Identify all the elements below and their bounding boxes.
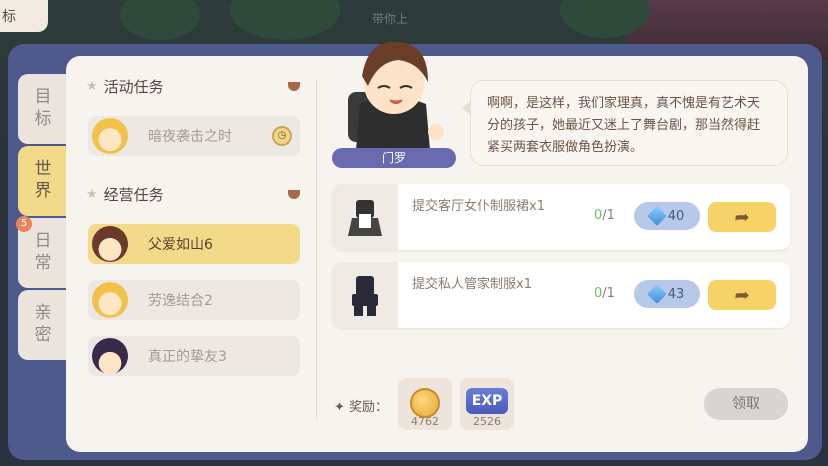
gem-cost: 40 <box>667 208 685 224</box>
tab-daily-label: 日常 <box>34 231 52 273</box>
gem-cost: 43 <box>667 286 685 302</box>
reward-label-text: 奖励： <box>349 400 389 415</box>
column-divider <box>316 80 317 420</box>
notification-badge: 5 <box>16 216 32 232</box>
brown-hair-character-avatar <box>92 226 128 262</box>
collapse-icon[interactable] <box>288 190 300 199</box>
coin-reward[interactable]: 4762 <box>398 378 452 430</box>
item-progress: 0/1 <box>594 208 615 223</box>
progress-total: /1 <box>602 208 615 223</box>
exp-icon: EXP <box>466 388 508 414</box>
speech-bubble: 啊啊，是这样，我们家理真，真不愧是有艺术天分的孩子，她最近又迷上了舞台剧，那当然… <box>470 80 788 166</box>
corner-tab[interactable]: 标 <box>0 0 48 32</box>
share-arrow-icon: ➦ <box>734 284 750 306</box>
gem-cost-button[interactable]: 43 <box>634 280 700 308</box>
business-section-header: ★ 经营任务 <box>86 184 300 205</box>
activity-section-header: ★ 活动任务 <box>86 76 300 97</box>
item-row: 提交私人管家制服x1 0/1 43 ➦ <box>332 262 790 328</box>
tab-world-label: 世界 <box>34 159 52 201</box>
task-label: 真正的挚友3 <box>148 349 227 365</box>
business-section-title: 经营任务 <box>103 186 164 204</box>
maid-outfit-icon <box>332 184 398 250</box>
progress-total: /1 <box>602 286 615 301</box>
activity-section-title: 活动任务 <box>103 78 164 96</box>
gem-icon <box>646 206 667 226</box>
task-item-work-life-balance[interactable]: 劳逸结合2 <box>88 280 300 320</box>
claim-button[interactable]: 领取 <box>704 388 788 420</box>
task-item-fathers-love[interactable]: 父爱如山6 <box>88 224 300 264</box>
blonde-character-avatar <box>92 282 128 318</box>
task-label: 劳逸结合2 <box>148 293 213 309</box>
coin-amount: 4762 <box>411 415 439 428</box>
goto-button[interactable]: ➦ <box>708 202 776 232</box>
tree <box>120 0 200 40</box>
tab-intimacy-label: 亲密 <box>34 303 52 345</box>
tab-goal[interactable]: 目标 <box>18 74 68 144</box>
collapse-icon[interactable] <box>288 82 300 91</box>
share-arrow-icon: ➦ <box>734 206 750 228</box>
gem-cost-button[interactable]: 40 <box>634 202 700 230</box>
task-item-true-friend[interactable]: 真正的挚友3 <box>88 336 300 376</box>
reward-label: ✦ 奖励： <box>334 400 389 415</box>
npc-name-tag: 门罗 <box>332 148 456 168</box>
witch-hat-character-avatar <box>92 338 128 374</box>
task-label: 暗夜袭击之时 <box>148 129 232 145</box>
star-icon: ★ <box>86 187 98 202</box>
goto-button[interactable]: ➦ <box>708 280 776 310</box>
tab-daily[interactable]: 5 日常 <box>16 216 68 288</box>
gem-icon <box>646 284 667 304</box>
blonde-character-avatar <box>92 118 128 154</box>
scene-label: 带你上 <box>372 12 409 26</box>
star-icon: ★ <box>86 79 98 94</box>
task-label: 父爱如山6 <box>148 237 213 253</box>
item-name: 提交私人管家制服x1 <box>412 277 532 292</box>
exp-reward[interactable]: EXP 2526 <box>460 378 514 430</box>
item-progress: 0/1 <box>594 286 615 301</box>
tab-world[interactable]: 世界 <box>18 146 68 216</box>
tab-intimacy[interactable]: 亲密 <box>18 290 68 360</box>
npc-portrait <box>348 41 444 150</box>
butler-outfit-icon <box>332 262 398 328</box>
coin-icon <box>410 388 440 418</box>
exp-amount: 2526 <box>473 415 501 428</box>
tab-goal-label: 目标 <box>34 87 52 129</box>
item-row: 提交客厅女仆制服裙x1 0/1 40 ➦ <box>332 184 790 250</box>
clock-icon: ◷ <box>272 126 292 146</box>
task-item-night-raid[interactable]: 暗夜袭击之时 ◷ <box>88 116 300 156</box>
tree <box>230 0 340 40</box>
item-name: 提交客厅女仆制服裙x1 <box>412 199 545 214</box>
